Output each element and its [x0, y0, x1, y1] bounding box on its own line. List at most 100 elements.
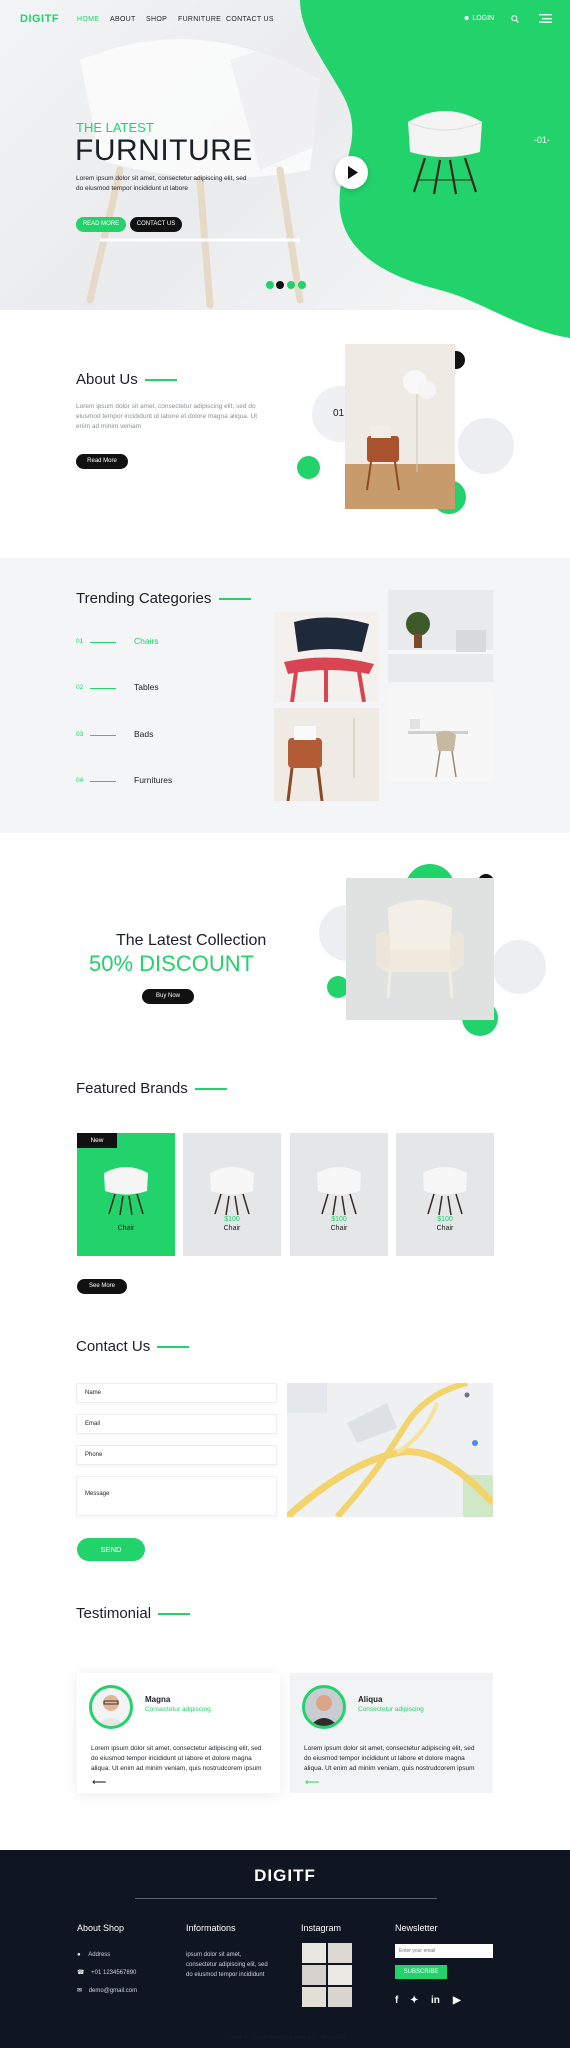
- category-line: [90, 688, 116, 689]
- footer-info-title: Informations: [186, 1923, 236, 1933]
- buy-now-button[interactable]: Buy Now: [142, 989, 194, 1004]
- category-number: 04: [76, 777, 84, 784]
- nav-shop[interactable]: SHOP: [146, 16, 167, 23]
- nav-home[interactable]: HOME: [77, 16, 99, 23]
- title-underline: [157, 1346, 190, 1349]
- collection-armchair-image: [346, 878, 494, 1020]
- footer-instagram-title: Instagram: [301, 1923, 342, 1933]
- category-image-bed[interactable]: [274, 708, 379, 801]
- address-item: ● Address: [77, 1950, 110, 1960]
- brands-title: Featured Brands: [76, 1080, 227, 1097]
- title-underline: [218, 598, 251, 601]
- brand-card[interactable]: $100 Chair: [396, 1133, 494, 1256]
- testimonial-card: Aliqua Consectetur adipiscing Lorem ipsu…: [290, 1673, 493, 1793]
- instagram-thumb[interactable]: [328, 1965, 352, 1985]
- category-image-chair[interactable]: [274, 612, 379, 702]
- login-link[interactable]: ☻ LOGIN: [463, 15, 494, 22]
- testimonial-title: Testimonial: [76, 1605, 191, 1622]
- copyright: © 2019 All Rights Reserved. Free Html Te…: [224, 2035, 346, 2041]
- testimonial-text: Lorem ipsum dolor sit amet, consectetur …: [304, 1745, 475, 1772]
- category-line: [90, 735, 116, 736]
- play-icon: [348, 166, 358, 179]
- category-number: 02: [76, 684, 84, 691]
- brand-card[interactable]: $100 Chair: [290, 1133, 388, 1256]
- nav-furniture[interactable]: FURNITURE: [178, 16, 221, 23]
- email-item[interactable]: ✉ demo@gmail.com: [77, 1986, 137, 1996]
- hero-title: FURNITURE: [75, 134, 253, 167]
- category-number: 03: [76, 731, 84, 738]
- linkedin-icon[interactable]: in: [431, 1995, 440, 2006]
- twitter-icon[interactable]: ✦: [410, 1995, 418, 2006]
- instagram-thumb[interactable]: [328, 1987, 352, 2007]
- newsletter-email-input[interactable]: [395, 1944, 493, 1958]
- instagram-thumb[interactable]: [302, 1943, 326, 1963]
- instagram-thumb[interactable]: [328, 1943, 352, 1963]
- about-read-more-button[interactable]: Read More: [76, 454, 128, 469]
- arrow-left-icon[interactable]: ⟵: [92, 1777, 106, 1788]
- brand-name: Chair: [117, 1225, 135, 1232]
- slider-dot-1[interactable]: [266, 281, 274, 289]
- new-badge: New: [77, 1133, 117, 1148]
- avatar: [302, 1685, 346, 1729]
- about-number: 01: [333, 408, 345, 419]
- email-field[interactable]: Email: [76, 1414, 277, 1434]
- instagram-thumb[interactable]: [302, 1987, 326, 2007]
- read-more-button[interactable]: READ MORE: [76, 217, 126, 232]
- category-line: [90, 642, 116, 643]
- avatar: [89, 1685, 133, 1729]
- category-image-furniture[interactable]: [388, 689, 493, 781]
- nav-contact[interactable]: CONTACT US: [226, 16, 274, 23]
- brand-name: Chair: [436, 1225, 454, 1232]
- slider-dot-3[interactable]: [287, 281, 295, 289]
- youtube-icon[interactable]: ▶: [453, 1995, 461, 2006]
- chair-image: [317, 1167, 361, 1216]
- testimonial-title-text: Testimonial: [76, 1605, 152, 1622]
- footer-info-text: ipsum dolor sit amet, consectetur adipis…: [186, 1952, 268, 1978]
- login-label: LOGIN: [472, 15, 495, 22]
- name-field[interactable]: Name: [76, 1383, 277, 1403]
- phone-icon: ☎: [77, 1970, 85, 1976]
- deco-circle-grey: [458, 418, 514, 474]
- brand-name: Chair: [223, 1225, 241, 1232]
- send-button[interactable]: SEND: [77, 1538, 145, 1561]
- facebook-icon[interactable]: f: [395, 1995, 398, 2006]
- brand-card[interactable]: $100 Chair: [183, 1133, 281, 1256]
- email-text: demo@gmail.com: [88, 1988, 138, 1994]
- brand-card[interactable]: New Chair: [77, 1133, 175, 1256]
- category-furnitures[interactable]: Furnitures: [134, 775, 172, 785]
- instagram-grid: [302, 1943, 352, 2008]
- title-underline: [144, 379, 177, 382]
- title-underline: [194, 1088, 227, 1091]
- testimonial-name: Aliqua: [358, 1695, 383, 1704]
- search-icon[interactable]: [511, 15, 519, 23]
- trending-title-text: Trending Categories: [76, 590, 212, 607]
- nav-about[interactable]: ABOUT: [110, 16, 136, 23]
- category-beds[interactable]: Bads: [134, 729, 153, 739]
- play-button[interactable]: [335, 156, 368, 189]
- user-icon: ☻: [463, 15, 471, 22]
- chair-image: [104, 1167, 148, 1216]
- brand-logo[interactable]: DIGITF: [20, 13, 59, 25]
- category-tables[interactable]: Tables: [134, 682, 159, 692]
- menu-icon[interactable]: [539, 14, 552, 23]
- about-title-text: About Us: [76, 371, 138, 388]
- see-more-button[interactable]: See More: [77, 1279, 127, 1294]
- map-image[interactable]: [287, 1383, 493, 1517]
- hero-section: DIGITF HOME ABOUT SHOP FURNITURE CONTACT…: [0, 0, 570, 340]
- arrow-left-icon[interactable]: ⟵: [305, 1777, 319, 1788]
- hero-contact-button[interactable]: CONTACT US: [130, 217, 182, 232]
- testimonial-role: Consectetur adipiscing: [145, 1706, 211, 1713]
- category-number: 01: [76, 638, 84, 645]
- category-chairs[interactable]: Chairs: [134, 636, 159, 646]
- instagram-thumb[interactable]: [302, 1965, 326, 1985]
- message-field[interactable]: Message: [76, 1476, 277, 1516]
- brand-price: $100: [224, 1216, 240, 1223]
- chair-image: [210, 1167, 254, 1216]
- slider-dot-2[interactable]: [276, 281, 284, 289]
- subscribe-button[interactable]: SUBSCRIBE: [395, 1965, 447, 1979]
- footer-divider: [135, 1898, 437, 1899]
- hero-text: Lorem ipsum dolor sit amet, consectetur …: [76, 175, 247, 192]
- slider-dot-4[interactable]: [298, 281, 306, 289]
- phone-field[interactable]: Phone: [76, 1445, 277, 1465]
- category-image-table[interactable]: [388, 590, 493, 682]
